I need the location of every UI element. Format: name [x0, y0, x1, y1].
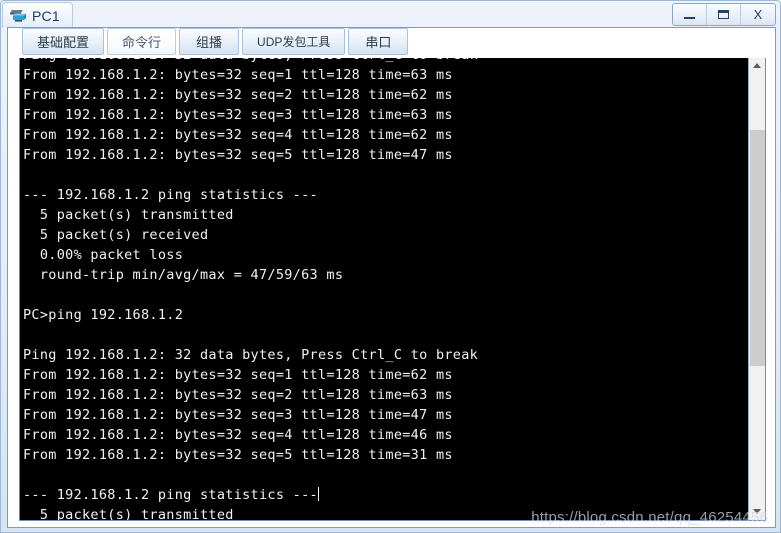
- tab-command-line-label: 命令行: [122, 35, 162, 50]
- terminal-scrollbar[interactable]: [748, 57, 765, 520]
- terminal-line: 5 packet(s) transmitted: [23, 207, 234, 223]
- terminal-line: round-trip min/avg/max = 47/59/63 ms: [23, 267, 344, 283]
- terminal-line: From 192.168.1.2: bytes=32 seq=4 ttl=128…: [23, 127, 453, 143]
- terminal-line: PC>ping 192.168.1.2: [23, 307, 184, 323]
- tab-serial-port[interactable]: 串口: [348, 28, 409, 55]
- terminal-line: Ping 192.168.1.2: 32 data bytes, Press C…: [23, 57, 478, 65]
- tab-multicast-label: 组播: [196, 35, 223, 50]
- terminal-text: Ping 192.168.1.2: 32 data bytes, Press C…: [23, 57, 478, 520]
- tab-basic-config-label: 基础配置: [37, 35, 90, 50]
- terminal-line: From 192.168.1.2: bytes=32 seq=5 ttl=128…: [23, 147, 453, 163]
- terminal-line: From 192.168.1.2: bytes=32 seq=3 ttl=128…: [23, 407, 453, 423]
- tab-udp-tool[interactable]: UDP发包工具: [242, 28, 346, 55]
- scroll-down-button[interactable]: [749, 503, 765, 520]
- terminal-line: 0.00% packet loss: [23, 247, 184, 263]
- scroll-up-arrow-icon: [753, 63, 761, 68]
- pc1-window: PC1 X 基础配置 命令行 组播 UDP发包工具 串口 From 192.16…: [0, 0, 781, 533]
- minimize-icon: [684, 16, 695, 19]
- terminal-output[interactable]: Ping 192.168.1.2: 32 data bytes, Press C…: [20, 57, 748, 520]
- terminal-line: From 192.168.1.2: bytes=32 seq=2 ttl=128…: [23, 387, 453, 403]
- window-title-tab[interactable]: PC1: [2, 2, 73, 28]
- tab-bar: 基础配置 命令行 组播 UDP发包工具 串口: [8, 28, 775, 58]
- terminal-line: From 192.168.1.2: bytes=32 seq=3 ttl=128…: [23, 107, 453, 123]
- window-content: 基础配置 命令行 组播 UDP发包工具 串口 Ping 192.168.1.2:…: [7, 27, 776, 528]
- close-icon: X: [753, 7, 763, 22]
- title-bar: PC1 X: [1, 1, 781, 28]
- tab-multicast[interactable]: 组播: [179, 28, 240, 55]
- terminal-panel: Ping 192.168.1.2: 32 data bytes, Press C…: [19, 56, 766, 521]
- terminal-line: 5 packet(s) received: [23, 227, 209, 243]
- terminal-line: From 192.168.1.2: bytes=32 seq=1 ttl=128…: [23, 367, 453, 383]
- minimize-button[interactable]: [673, 4, 707, 25]
- maximize-button[interactable]: [707, 4, 741, 25]
- pc-device-icon: [10, 9, 26, 22]
- terminal-line: --- 192.168.1.2 ping statistics ---: [23, 487, 319, 503]
- terminal-line: From 192.168.1.2: bytes=32 seq=4 ttl=128…: [23, 427, 453, 443]
- tab-command-line[interactable]: 命令行: [107, 28, 177, 55]
- terminal-line: From 192.168.1.2: bytes=32 seq=2 ttl=128…: [23, 87, 453, 103]
- scroll-down-arrow-icon: [753, 509, 761, 514]
- tab-basic-config[interactable]: 基础配置: [22, 28, 105, 55]
- scroll-up-button[interactable]: [749, 57, 765, 74]
- maximize-icon: [718, 10, 729, 19]
- terminal-line: Ping 192.168.1.2: 32 data bytes, Press C…: [23, 347, 479, 363]
- tab-udp-tool-label: UDP发包工具: [257, 35, 331, 49]
- scrollbar-thumb[interactable]: [750, 129, 765, 366]
- terminal-caret: [317, 487, 319, 501]
- tab-serial-port-label: 串口: [365, 35, 392, 50]
- window-controls: X: [672, 3, 776, 26]
- close-button[interactable]: X: [741, 4, 775, 25]
- terminal-line: From 192.168.1.2: bytes=32 seq=1 ttl=128…: [23, 67, 453, 83]
- window-title: PC1: [32, 7, 60, 24]
- terminal-line: 5 packet(s) transmitted: [23, 507, 234, 520]
- terminal-line: From 192.168.1.2: bytes=32 seq=5 ttl=128…: [23, 447, 453, 463]
- terminal-line: --- 192.168.1.2 ping statistics ---: [23, 187, 318, 203]
